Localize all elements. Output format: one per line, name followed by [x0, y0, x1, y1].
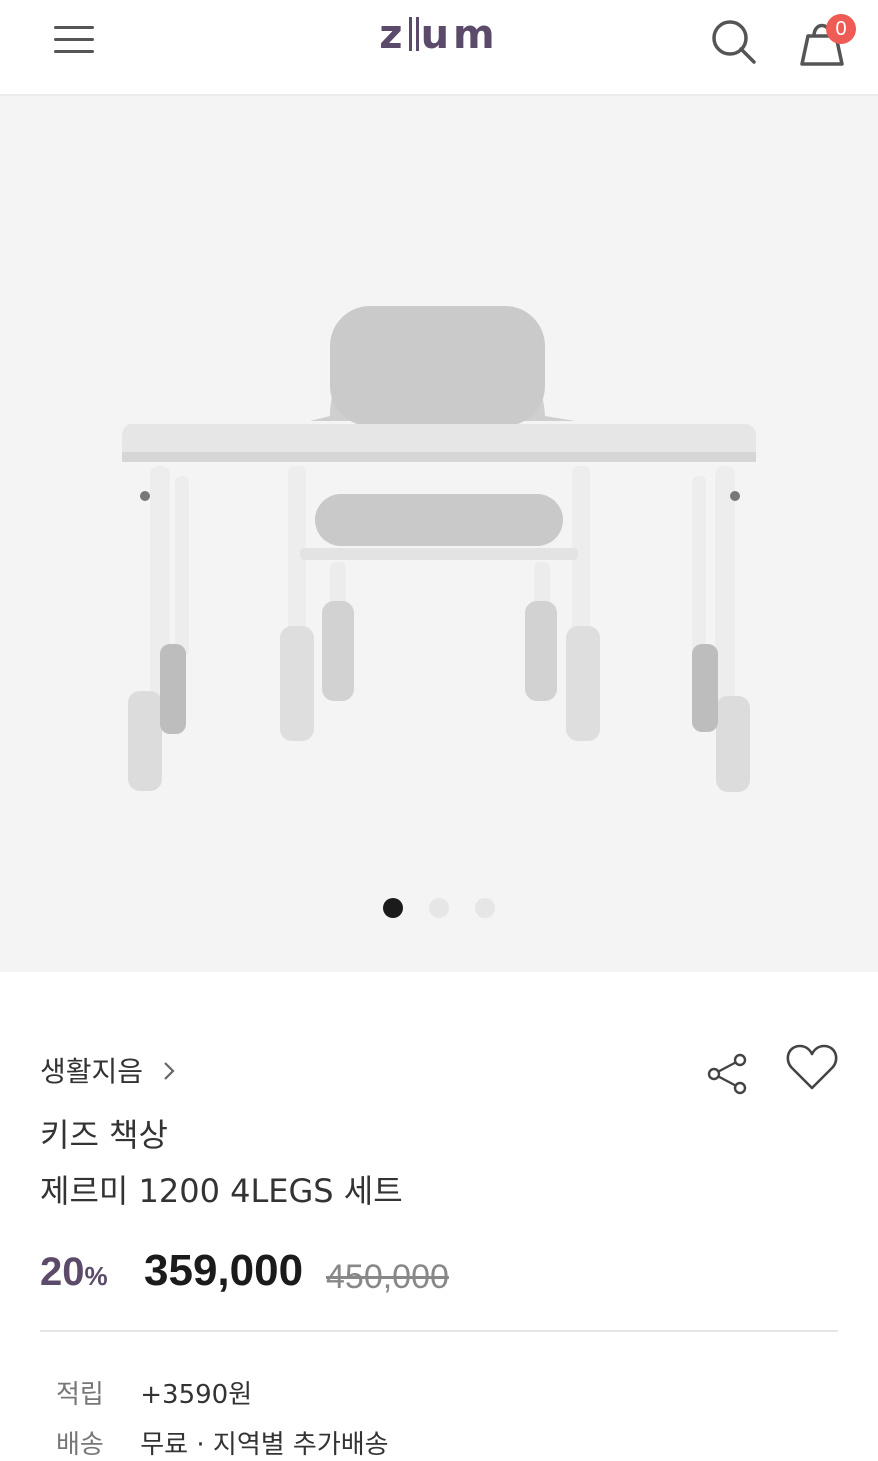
gallery-pagination	[0, 898, 878, 918]
cart-count-badge: 0	[826, 14, 856, 44]
points-row: 적립 +3590원	[56, 1374, 252, 1411]
points-value: +3590원	[140, 1380, 253, 1410]
heart-icon[interactable]	[784, 1042, 840, 1094]
product-category-name: 키즈 책상	[40, 1116, 168, 1154]
chevron-right-icon	[164, 1062, 175, 1080]
brand-name[interactable]: 생활지음	[40, 1055, 143, 1088]
discount-unit: %	[84, 1261, 108, 1291]
search-icon[interactable]	[708, 16, 760, 68]
share-icon[interactable]	[704, 1050, 752, 1098]
product-model-name: 제르미 1200 4LEGS 세트	[40, 1172, 403, 1210]
cart-button[interactable]: 0	[796, 12, 856, 68]
gallery-dot-1[interactable]	[383, 898, 403, 918]
points-label: 적립	[56, 1380, 104, 1410]
product-image-desk-chair	[122, 306, 756, 792]
discount-value: 20	[40, 1250, 85, 1294]
product-image-gallery[interactable]	[0, 96, 878, 972]
original-price: 450,000	[326, 1258, 449, 1296]
top-header: ziium zum 0	[0, 0, 878, 96]
discount-rate: 20%	[40, 1250, 108, 1295]
brand-link[interactable]: 생활지음	[40, 1050, 175, 1090]
divider	[40, 1330, 838, 1332]
shipping-label: 배송	[56, 1430, 104, 1460]
sale-price: 359,000	[144, 1246, 304, 1295]
shipping-value: 무료 · 지역별 추가배송	[140, 1430, 389, 1460]
gallery-dot-3[interactable]	[475, 898, 495, 918]
gallery-dot-2[interactable]	[429, 898, 449, 918]
shipping-row: 배송 무료 · 지역별 추가배송	[56, 1424, 389, 1461]
